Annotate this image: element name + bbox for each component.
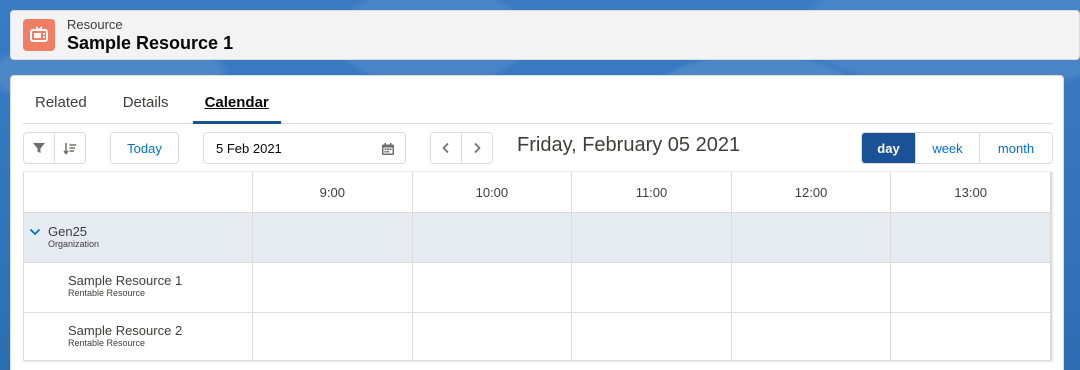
time-slot-cell[interactable] (572, 313, 732, 361)
calendar-card: Related Details Calendar Today 5 Feb 202… (10, 75, 1064, 370)
time-slot-cell[interactable] (891, 263, 1051, 312)
view-week-button[interactable]: week (915, 133, 979, 163)
time-slot-cell[interactable] (572, 263, 732, 312)
time-slot-cell[interactable] (413, 313, 573, 361)
current-date-heading: Friday, February 05 2021 (517, 134, 741, 156)
filter-icon[interactable] (24, 133, 54, 163)
hour-label: 13:00 (891, 172, 1051, 212)
resource-label-cell: Sample Resource 1 Rentable Resource (24, 263, 253, 312)
time-slot-cell[interactable] (891, 313, 1051, 361)
resource-timeline: 9:00 10:00 11:00 12:00 13:00 Gen25 Organ… (23, 171, 1052, 361)
group-name: Gen25 (48, 224, 88, 239)
chevron-left-icon[interactable] (431, 133, 461, 163)
header-corner-cell (24, 172, 253, 212)
calendar-icon[interactable] (381, 142, 395, 156)
date-input[interactable]: 5 Feb 2021 (203, 132, 406, 164)
record-header: Resource Sample Resource 1 (10, 10, 1080, 60)
resource-type: Rentable Resource (68, 288, 146, 298)
time-slot-cell[interactable] (732, 213, 892, 262)
hour-label: 12:00 (732, 172, 892, 212)
hour-label: 10:00 (413, 172, 573, 212)
chevron-right-icon[interactable] (461, 133, 492, 163)
view-switcher: day week month (861, 132, 1053, 164)
tab-bar: Related Details Calendar (23, 86, 1053, 124)
time-slot-cell[interactable] (732, 313, 892, 361)
group-label-cell: Gen25 Organization (24, 213, 253, 262)
time-slot-cell[interactable] (413, 263, 573, 312)
resource-label-cell: Sample Resource 2 Rentable Resource (24, 313, 253, 361)
date-nav-group (430, 132, 493, 164)
time-slot-cell[interactable] (413, 213, 573, 262)
resource-name: Sample Resource 1 (68, 273, 183, 288)
tab-related[interactable]: Related (23, 86, 99, 124)
tab-calendar[interactable]: Calendar (192, 86, 281, 124)
timeline-header-row: 9:00 10:00 11:00 12:00 13:00 (24, 172, 1051, 213)
time-slot-cell[interactable] (253, 263, 413, 312)
record-title: Sample Resource 1 (67, 32, 234, 53)
resource-name: Sample Resource 2 (68, 323, 183, 338)
resource-row: Sample Resource 2 Rentable Resource (24, 313, 1051, 361)
time-slot-cell[interactable] (891, 213, 1051, 262)
group-row: Gen25 Organization (24, 213, 1051, 263)
time-slot-cell[interactable] (732, 263, 892, 312)
tab-details[interactable]: Details (111, 86, 181, 124)
date-input-value: 5 Feb 2021 (216, 140, 282, 156)
hour-label: 9:00 (253, 172, 413, 212)
resource-row: Sample Resource 1 Rentable Resource (24, 263, 1051, 313)
group-type: Organization (48, 239, 100, 249)
view-day-button[interactable]: day (862, 133, 915, 163)
view-month-button[interactable]: month (979, 133, 1052, 163)
time-slot-cell[interactable] (253, 313, 413, 361)
filter-sort-group (23, 132, 86, 164)
time-slot-cell[interactable] (253, 213, 413, 262)
tv-icon (23, 19, 55, 51)
object-type-label: Resource (67, 16, 123, 32)
calendar-toolbar: Today 5 Feb 2021 Friday, February 05 202… (23, 132, 1053, 164)
chevron-down-icon[interactable] (29, 226, 41, 238)
hour-label: 11:00 (572, 172, 732, 212)
time-slot-cell[interactable] (572, 213, 732, 262)
today-button[interactable]: Today (110, 132, 179, 164)
resource-type: Rentable Resource (68, 338, 146, 348)
sort-icon[interactable] (54, 133, 85, 163)
